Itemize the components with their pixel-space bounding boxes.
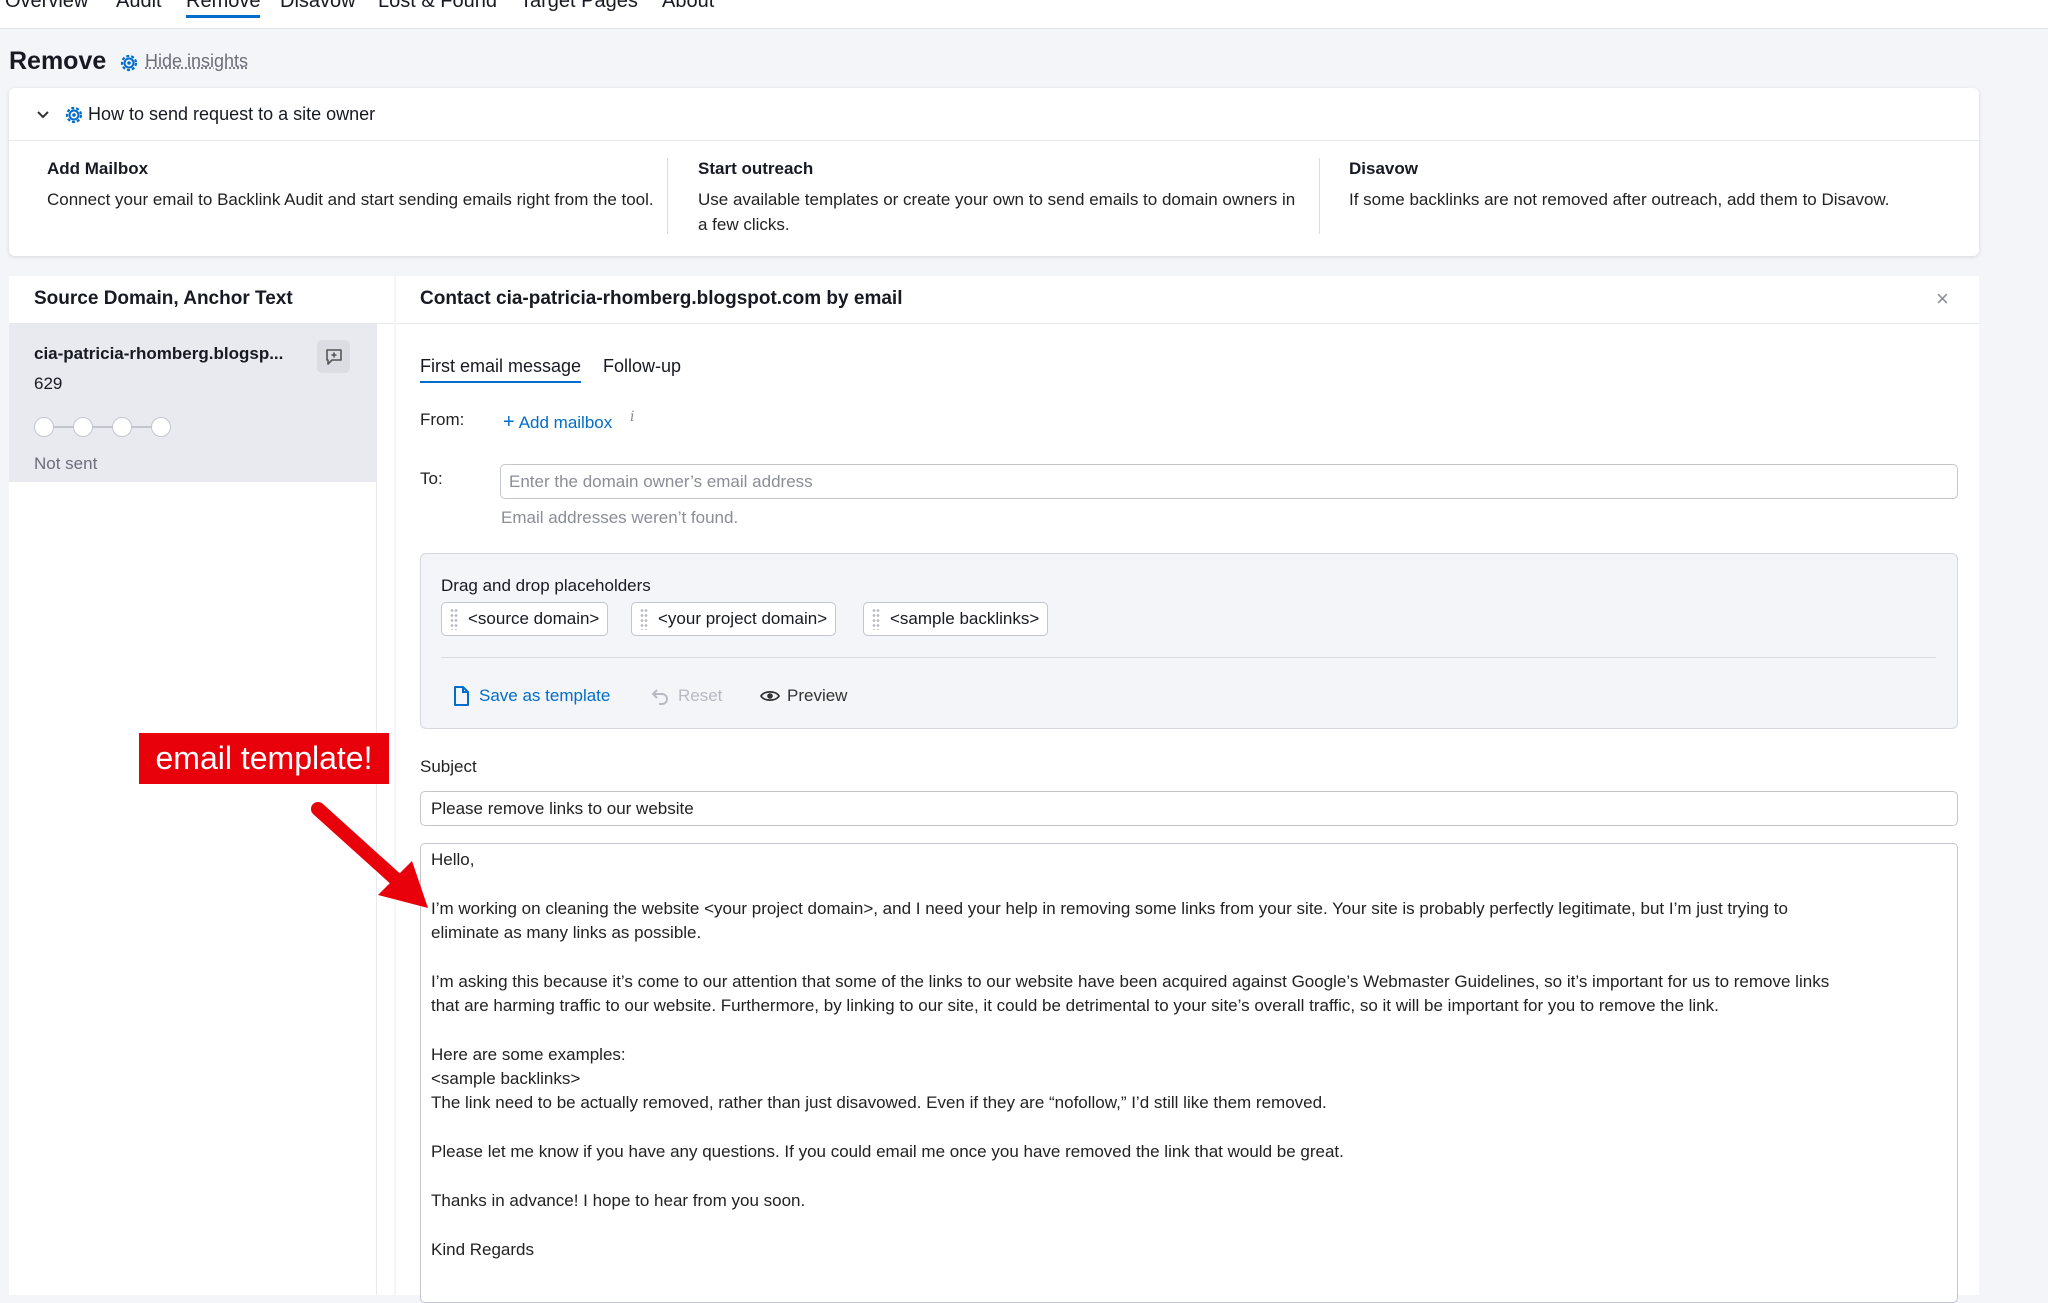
body-line: that are harming traffic to our website.…	[431, 996, 1719, 1015]
tab-remove[interactable]: Remove	[186, 0, 261, 18]
progress-step	[151, 417, 171, 437]
drag-handle-icon	[640, 608, 648, 630]
chip-label: <your project domain>	[658, 609, 828, 628]
info-icon[interactable]: i	[630, 409, 634, 425]
domain-name: cia-patricia-rhomberg.blogsp...	[34, 344, 284, 363]
outreach-progress	[34, 416, 179, 438]
preview-button[interactable]: Preview	[760, 686, 848, 706]
contact-header: Contact cia-patricia-rhomberg.blogspot.c…	[396, 276, 1979, 324]
tab-lost-found[interactable]: Lost & Found	[378, 0, 497, 12]
annotation-label: email template!	[139, 733, 389, 784]
drag-handle-icon	[450, 608, 458, 630]
insight-text: Use available templates or create your o…	[698, 190, 1296, 234]
insight-start-outreach: Start outreach Use available templates o…	[698, 159, 1308, 237]
insights-card: How to send request to a site owner Add …	[9, 88, 1979, 256]
subject-input[interactable]	[420, 791, 1958, 826]
message-button[interactable]	[317, 340, 350, 373]
save-as-template-button[interactable]: Save as template	[454, 686, 611, 706]
insight-title: Start outreach	[698, 159, 814, 178]
undo-icon	[651, 689, 668, 705]
from-label: From:	[420, 410, 465, 429]
source-domain-header: Source Domain, Anchor Text	[9, 276, 394, 324]
gear-icon	[120, 54, 138, 72]
divider	[667, 158, 668, 234]
top-nav: Overview Audit Remove Disavow Lost & Fou…	[0, 0, 2048, 29]
preview-label: Preview	[787, 686, 848, 705]
tab-disavow[interactable]: Disavow	[280, 0, 356, 12]
chip-label: <sample backlinks>	[890, 609, 1040, 628]
reset-label: Reset	[678, 686, 723, 705]
contact-email-panel: Contact cia-patricia-rhomberg.blogspot.c…	[396, 276, 1979, 1303]
body-line: <sample backlinks>	[431, 1069, 581, 1088]
progress-step	[73, 417, 93, 437]
body-line: eliminate as many links as possible.	[431, 923, 702, 942]
insight-text: Connect your email to Backlink Audit and…	[47, 190, 654, 209]
body-line: Here are some examples:	[431, 1045, 626, 1064]
progress-step	[34, 417, 54, 437]
progress-step	[112, 417, 132, 437]
contact-title: Contact cia-patricia-rhomberg.blogspot.c…	[420, 288, 903, 309]
body-line: I’m asking this because it’s come to our…	[431, 972, 1830, 991]
body-line: Kind Regards	[431, 1240, 535, 1259]
tab-about[interactable]: About	[662, 0, 714, 12]
close-icon[interactable]: ×	[1936, 286, 1949, 312]
divider	[441, 657, 1936, 658]
insights-header[interactable]: How to send request to a site owner	[9, 88, 1979, 141]
eye-icon	[760, 690, 780, 702]
to-email-input[interactable]	[500, 464, 1958, 499]
insight-text: If some backlinks are not removed after …	[1349, 190, 1890, 209]
source-domain-title: Source Domain, Anchor Text	[34, 288, 293, 309]
chevron-down-icon[interactable]	[35, 106, 51, 127]
domain-list-item[interactable]: cia-patricia-rhomberg.blogsp... 629 Not …	[9, 324, 376, 482]
placeholder-chip-project-domain[interactable]: <your project domain>	[631, 602, 837, 636]
body-line: Thanks in advance! I hope to hear from y…	[431, 1191, 806, 1210]
body-line: Please let me know if you have any quest…	[431, 1142, 1344, 1161]
divider	[1319, 158, 1320, 234]
message-plus-icon	[325, 348, 342, 365]
placeholders-panel: Drag and drop placeholders <source domai…	[420, 553, 1958, 729]
page-title: Remove	[9, 47, 107, 75]
email-body-editor[interactable]: Hello, I’m working on cleaning the websi…	[420, 843, 1958, 1303]
insights-heading: How to send request to a site owner	[88, 104, 376, 124]
backlink-count: 629	[34, 374, 63, 393]
chip-label: <source domain>	[468, 609, 600, 628]
document-icon	[454, 686, 469, 706]
source-domain-panel: Source Domain, Anchor Text cia-patricia-…	[9, 276, 394, 1295]
hide-insights-link[interactable]: Hide insights	[145, 51, 248, 72]
placeholder-chip-source-domain[interactable]: <source domain>	[441, 602, 609, 636]
to-label: To:	[420, 469, 443, 488]
subject-label: Subject	[420, 757, 477, 776]
drag-handle-icon	[872, 608, 880, 630]
insight-disavow: Disavow If some backlinks are not remove…	[1349, 159, 1959, 212]
body-line: The link need to be actually removed, ra…	[431, 1093, 1327, 1112]
placeholder-chip-sample-backlinks[interactable]: <sample backlinks>	[863, 602, 1049, 636]
tab-target-pages[interactable]: Target Pages	[520, 0, 638, 12]
tab-first-email[interactable]: First email message	[420, 356, 582, 383]
insight-title: Disavow	[1349, 159, 1418, 178]
insight-add-mailbox: Add Mailbox Connect your email to Backli…	[47, 159, 657, 212]
save-as-template-label: Save as template	[479, 686, 611, 705]
tab-audit[interactable]: Audit	[116, 0, 162, 12]
add-mailbox-button[interactable]: + Add mailbox	[503, 411, 612, 434]
plus-icon: +	[503, 411, 515, 433]
insight-title: Add Mailbox	[47, 159, 149, 178]
placeholders-title: Drag and drop placeholders	[441, 576, 651, 595]
gear-icon	[65, 106, 83, 124]
tab-overview[interactable]: Overview	[5, 0, 88, 12]
tab-follow-up[interactable]: Follow-up	[603, 356, 681, 377]
to-hint: Email addresses weren’t found.	[501, 508, 739, 527]
add-mailbox-label: Add mailbox	[518, 413, 613, 432]
red-arrow-icon	[311, 802, 428, 908]
body-line: I’m working on cleaning the website <you…	[431, 899, 1788, 918]
status-text: Not sent	[34, 454, 98, 473]
reset-button[interactable]: Reset	[651, 686, 723, 706]
